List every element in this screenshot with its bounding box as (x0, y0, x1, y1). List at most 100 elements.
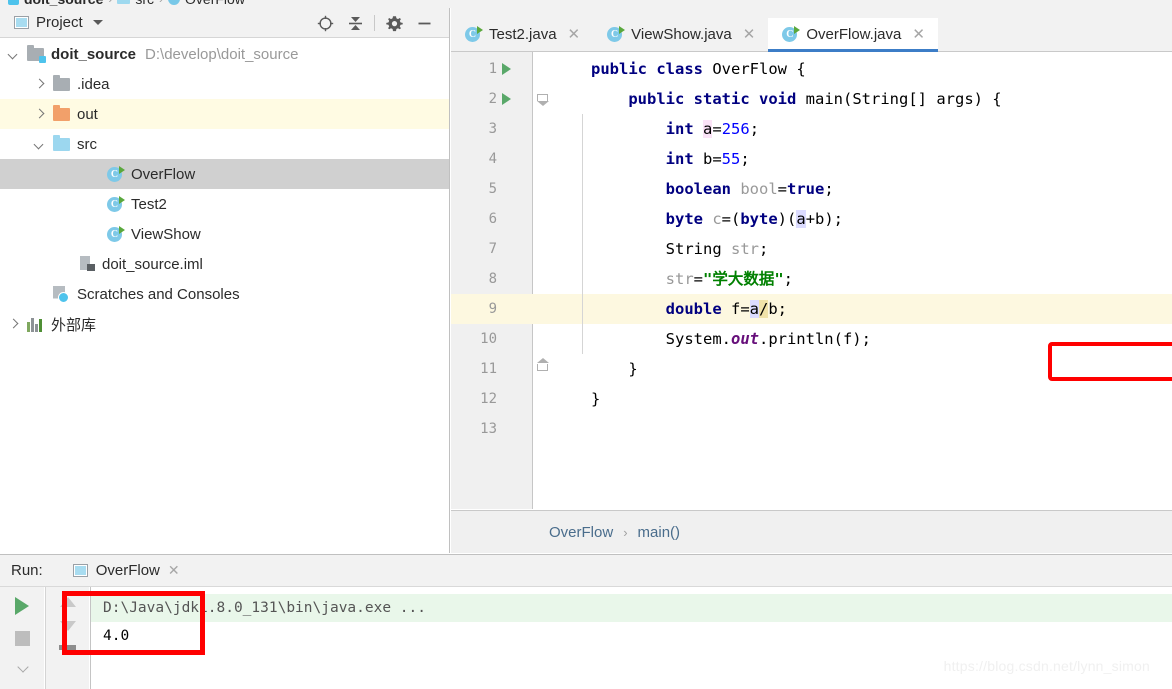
navbar-separator-2: › (159, 0, 163, 6)
locate-icon[interactable] (310, 9, 340, 37)
breadcrumb-item-0[interactable]: OverFlow (549, 524, 613, 541)
runnable-play-icon (619, 26, 626, 34)
code-line-text: int a=256; (665, 120, 760, 138)
scratches-icon (53, 286, 70, 303)
navbar-item-1[interactable]: src (135, 0, 154, 7)
tree-row-scratches-and-consoles[interactable]: Scratches and Consoles (0, 279, 449, 309)
tree-item-label: 外部库 (51, 316, 97, 334)
tree-item-label: Scratches and Consoles (77, 285, 240, 303)
code-line[interactable]: System.out.println(f); (451, 324, 1172, 354)
tree-row-doit-source-iml[interactable]: doit_source.iml (0, 249, 449, 279)
source-folder-icon (117, 0, 131, 4)
runnable-play-icon (794, 26, 801, 34)
close-icon[interactable]: ✕ (568, 27, 581, 42)
tree-row-viewshow[interactable]: C ViewShow (0, 219, 449, 249)
java-class-icon: C (107, 225, 125, 243)
chevron-down-icon[interactable] (8, 49, 19, 60)
chevron-down-icon[interactable] (34, 139, 45, 150)
scroll-down-icon[interactable] (59, 621, 76, 631)
navigation-bar: doit_source › src › OverFlow (0, 0, 1172, 8)
code-line[interactable]: str="学大数据"; (451, 264, 1172, 294)
watermark: https://blog.csdn.net/lynn_simon (943, 658, 1150, 674)
code-line-text: double f=a/b; (665, 300, 788, 318)
code-line[interactable]: double f=a/b; (451, 294, 1172, 324)
scroll-up-icon[interactable] (59, 597, 76, 607)
breadcrumb-separator: › (623, 524, 628, 540)
editor-tab-label: ViewShow.java (631, 26, 732, 43)
code-line[interactable]: public class OverFlow { (451, 54, 1172, 84)
java-class-icon (168, 0, 181, 5)
run-toolbar-second (45, 587, 89, 689)
code-line-text: str="学大数据"; (665, 270, 794, 288)
tree-item-label: src (77, 135, 97, 153)
project-tree[interactable]: doit_source D:\develop\doit_source .idea ou… (0, 39, 449, 553)
editor-area: C Test2.java ✕ C ViewShow.java ✕ C OverFlow.jav… (451, 8, 1172, 553)
chevron-right-icon[interactable] (34, 109, 45, 120)
soft-wrap-icon[interactable] (59, 645, 76, 650)
folder-orange-icon (53, 104, 70, 121)
run-configuration-tab[interactable]: OverFlow ✕ (72, 562, 180, 579)
project-panel-title-group[interactable]: Project (0, 14, 103, 31)
breadcrumb: OverFlow › main() (451, 510, 1172, 553)
close-icon[interactable]: ✕ (168, 562, 180, 579)
tree-arrow-placeholder (34, 289, 45, 300)
settings-gear-icon[interactable] (379, 9, 409, 37)
chevron-right-icon[interactable] (8, 319, 19, 330)
tree-arrow-placeholder (88, 229, 99, 240)
editor-tab-bar: C Test2.java ✕ C ViewShow.java ✕ C OverFlow.jav… (451, 8, 1172, 52)
close-icon[interactable]: ✕ (912, 27, 925, 42)
tree-arrow-placeholder (88, 199, 99, 210)
code-line[interactable]: } (451, 384, 1172, 414)
rerun-icon[interactable] (15, 597, 29, 615)
module-folder-icon (27, 44, 46, 63)
tree-item-label: ViewShow (131, 225, 201, 243)
navbar-item-2[interactable]: OverFlow (185, 0, 245, 7)
tree-item-label: Test2 (131, 195, 167, 213)
runnable-play-icon (119, 195, 125, 204)
tree-row-out[interactable]: out (0, 99, 449, 129)
editor-tab-viewshow-java[interactable]: C ViewShow.java ✕ (593, 18, 768, 51)
code-line[interactable]: } (451, 354, 1172, 384)
breadcrumb-item-1[interactable]: main() (638, 524, 681, 541)
code-line[interactable]: public static void main(String[] args) { (451, 84, 1172, 114)
java-class-icon: C (107, 165, 125, 183)
editor-tab-overflow-java[interactable]: C OverFlow.java ✕ (768, 18, 938, 52)
code-line[interactable]: boolean bool=true; (451, 174, 1172, 204)
tree-row-test2[interactable]: C Test2 (0, 189, 449, 219)
clock-badge (58, 291, 69, 303)
chevron-right-icon[interactable] (34, 79, 45, 90)
console-output-line: 4.0 (103, 628, 130, 644)
stop-icon[interactable] (14, 631, 30, 646)
run-toolbar-left (0, 587, 44, 689)
tree-row-src[interactable]: src (0, 129, 449, 159)
code-line[interactable]: int b=55; (451, 144, 1172, 174)
code-line-text: } (591, 390, 601, 408)
code-editor[interactable]: 1 2 3 4 5 6 7 8 9 10 11 12 13 public class OverFlow {… (451, 52, 1172, 509)
collapse-all-icon[interactable] (340, 9, 370, 37)
tree-row-overflow[interactable]: C OverFlow (0, 159, 449, 189)
tree-item-path: D:\develop\doit_source (145, 45, 299, 63)
navbar-item-0[interactable]: doit_source (24, 0, 103, 7)
code-line-text: boolean bool=true; (665, 180, 834, 198)
chevron-down-icon[interactable] (92, 20, 103, 25)
minimize-icon[interactable] (409, 9, 439, 37)
run-window-icon (72, 564, 88, 577)
code-line-text: System.out.println(f); (591, 330, 871, 348)
code-line-text: } (591, 360, 638, 378)
external-libraries-icon (27, 317, 44, 332)
folder-gray-icon (53, 74, 70, 91)
chevron-down-icon[interactable] (17, 662, 28, 673)
runnable-play-icon (477, 26, 483, 34)
code-line[interactable] (451, 414, 1172, 444)
run-label: Run: (11, 562, 43, 579)
code-line[interactable]: String str; (451, 234, 1172, 264)
code-line[interactable]: int a=256; (451, 114, 1172, 144)
editor-tab-test2-java[interactable]: C Test2.java ✕ (451, 18, 593, 51)
tree-row--idea[interactable]: .idea (0, 69, 449, 99)
toolbar-divider (374, 15, 375, 31)
tree-row--[interactable]: 外部库 (0, 309, 449, 339)
code-line[interactable]: byte c=(byte)(a+b); (451, 204, 1172, 234)
project-panel-header: Project (0, 8, 449, 38)
tree-row-doit-source[interactable]: doit_source D:\develop\doit_source (0, 39, 449, 69)
close-icon[interactable]: ✕ (743, 27, 756, 42)
